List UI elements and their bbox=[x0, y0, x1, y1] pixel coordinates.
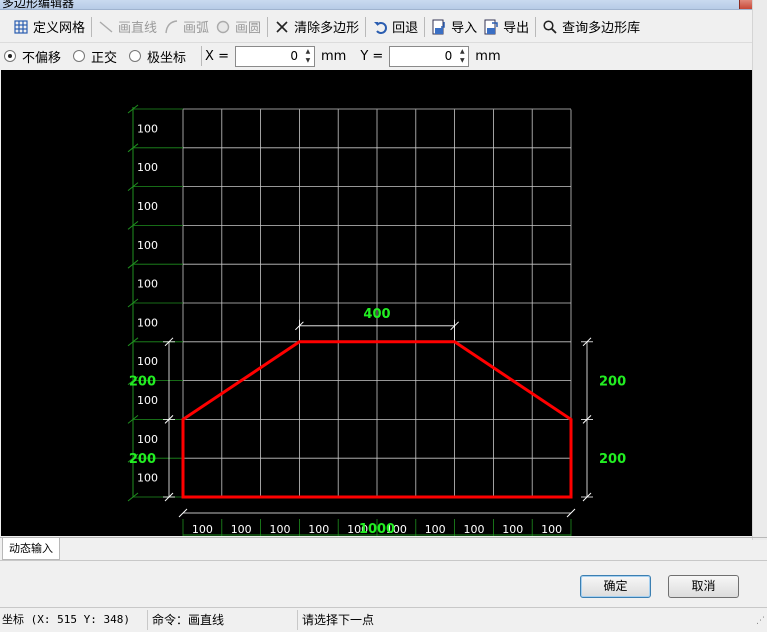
bottom-axis-label: 100 bbox=[425, 523, 446, 536]
x-input[interactable]: 0 ▲ ▼ bbox=[234, 45, 315, 67]
tab-dynamic-input[interactable]: 动态输入 bbox=[2, 538, 60, 560]
ok-button[interactable]: 确定 bbox=[580, 575, 651, 598]
left-axis-label: 100 bbox=[137, 200, 158, 213]
import-button[interactable]: 导入 bbox=[428, 15, 480, 39]
arc-icon bbox=[163, 19, 179, 35]
toolbar-separator bbox=[424, 16, 426, 37]
x-icon bbox=[274, 19, 290, 35]
left-axis-label: 100 bbox=[137, 278, 158, 291]
export-button[interactable]: 导出 bbox=[480, 15, 532, 39]
cad-svg[interactable]: 100 100 100 100 100 100 100 100 100 100 100 100 100 1… bbox=[1, 70, 752, 536]
draw-arc-label: 画弧 bbox=[183, 21, 210, 36]
left-axis-label: 100 bbox=[137, 472, 158, 485]
side-dimension-text: 200 bbox=[599, 375, 626, 390]
import-label: 导入 bbox=[451, 21, 478, 36]
left-axis-label: 100 bbox=[137, 122, 158, 135]
side-dimension-text: 200 bbox=[129, 452, 156, 467]
bottom-axis-label: 100 bbox=[270, 523, 291, 536]
top-dimension-text: 400 bbox=[363, 307, 390, 322]
resize-grip-icon[interactable]: ⋰ bbox=[756, 616, 765, 626]
vertical-scrollbar[interactable] bbox=[752, 0, 767, 540]
ortho-radio[interactable]: 正交 bbox=[73, 47, 117, 66]
y-input[interactable]: 0 ▲ ▼ bbox=[389, 45, 470, 67]
y-label: Y = bbox=[360, 48, 384, 64]
bottom-axis-label: 100 bbox=[464, 523, 485, 536]
bottom-axis-label: 100 bbox=[231, 523, 252, 536]
grid-icon bbox=[13, 19, 29, 35]
left-axis-label: 100 bbox=[137, 433, 158, 446]
circle-icon bbox=[215, 19, 231, 35]
undo-icon bbox=[372, 19, 388, 35]
query-library-label: 查询多边形库 bbox=[562, 21, 641, 36]
polar-label: 极坐标 bbox=[147, 50, 187, 66]
polar-radio[interactable]: 极坐标 bbox=[129, 47, 186, 66]
status-coordinates: 坐标 (X: 515 Y: 348) bbox=[0, 610, 148, 630]
y-value: 0 bbox=[444, 49, 453, 63]
search-icon bbox=[542, 19, 558, 35]
radio-indicator bbox=[73, 50, 86, 62]
side-dimension-text: 200 bbox=[129, 375, 156, 390]
bottom-axis-label: 100 bbox=[541, 523, 562, 536]
ortho-label: 正交 bbox=[91, 50, 118, 66]
title-bar: 多边形编辑器 bbox=[0, 0, 767, 10]
bottom-tab-bar: 动态输入 bbox=[0, 537, 767, 561]
import-icon bbox=[431, 19, 447, 35]
left-axis-label: 100 bbox=[137, 394, 158, 407]
options-bar: 不偏移 正交 极坐标 X = 0 ▲ ▼ mm Y = 0 ▲ ▼ mm bbox=[0, 43, 767, 69]
cancel-button[interactable]: 取消 bbox=[668, 575, 739, 598]
options-separator bbox=[201, 46, 203, 66]
status-prompt: 请选择下一点 bbox=[302, 613, 375, 627]
status-bar: 坐标 (X: 515 Y: 348) 命令：画直线 请选择下一点 ⋰ bbox=[0, 607, 767, 632]
y-spinner-arrows[interactable]: ▲ ▼ bbox=[456, 47, 468, 66]
query-library-button[interactable]: 查询多边形库 bbox=[539, 15, 643, 39]
x-label: X = bbox=[205, 48, 229, 64]
draw-arc-button[interactable]: 画弧 bbox=[160, 15, 212, 39]
bottom-axis-label: 100 bbox=[192, 523, 213, 536]
main-toolbar: 定义网格 画直线 画弧 画圆 清除多边形 回退 导入 导出 查询多边形库 bbox=[0, 11, 767, 43]
draw-circle-button[interactable]: 画圆 bbox=[212, 15, 264, 39]
side-dimension-text: 200 bbox=[599, 452, 626, 467]
draw-circle-label: 画圆 bbox=[235, 21, 262, 36]
width-dimension-text: 1000 bbox=[359, 522, 395, 536]
no-offset-radio[interactable]: 不偏移 bbox=[4, 47, 61, 66]
bottom-axis-label: 100 bbox=[502, 523, 523, 536]
no-offset-label: 不偏移 bbox=[22, 50, 62, 66]
x-unit: mm bbox=[320, 48, 347, 64]
bottom-axis-label: 100 bbox=[308, 523, 329, 536]
undo-button[interactable]: 回退 bbox=[369, 15, 421, 39]
left-axis-label: 100 bbox=[137, 161, 158, 174]
clear-polygon-label: 清除多边形 bbox=[294, 21, 360, 36]
y-unit: mm bbox=[475, 48, 501, 64]
radio-indicator bbox=[129, 50, 142, 62]
line-icon bbox=[98, 19, 114, 35]
draw-line-button[interactable]: 画直线 bbox=[95, 15, 160, 39]
status-command: 命令：画直线 bbox=[150, 610, 298, 630]
left-axis-label: 100 bbox=[137, 316, 158, 329]
toolbar-separator bbox=[91, 16, 93, 37]
x-value: 0 bbox=[290, 49, 298, 63]
left-axis-label: 100 bbox=[137, 239, 158, 252]
polygon-editor-window: 多边形编辑器 定义网格 画直线 画弧 画圆 清除多边形 回退 导入 导出 查询多… bbox=[0, 0, 767, 632]
define-grid-button[interactable]: 定义网格 bbox=[10, 15, 88, 39]
drawing-canvas[interactable]: 100 100 100 100 100 100 100 100 100 100 100 100 100 1… bbox=[1, 70, 752, 536]
toolbar-separator bbox=[535, 16, 537, 37]
undo-label: 回退 bbox=[392, 21, 419, 36]
toolbar-separator bbox=[267, 16, 269, 37]
window-title: 多边形编辑器 bbox=[2, 0, 75, 10]
export-label: 导出 bbox=[503, 21, 530, 36]
define-grid-label: 定义网格 bbox=[33, 21, 86, 36]
clear-polygon-button[interactable]: 清除多边形 bbox=[271, 15, 362, 39]
export-icon bbox=[483, 19, 499, 35]
draw-line-label: 画直线 bbox=[118, 21, 158, 36]
radio-indicator bbox=[4, 50, 16, 62]
left-axis-label: 100 bbox=[137, 355, 158, 368]
toolbar-separator bbox=[365, 16, 367, 37]
x-spinner-arrows[interactable]: ▲ ▼ bbox=[302, 47, 314, 66]
